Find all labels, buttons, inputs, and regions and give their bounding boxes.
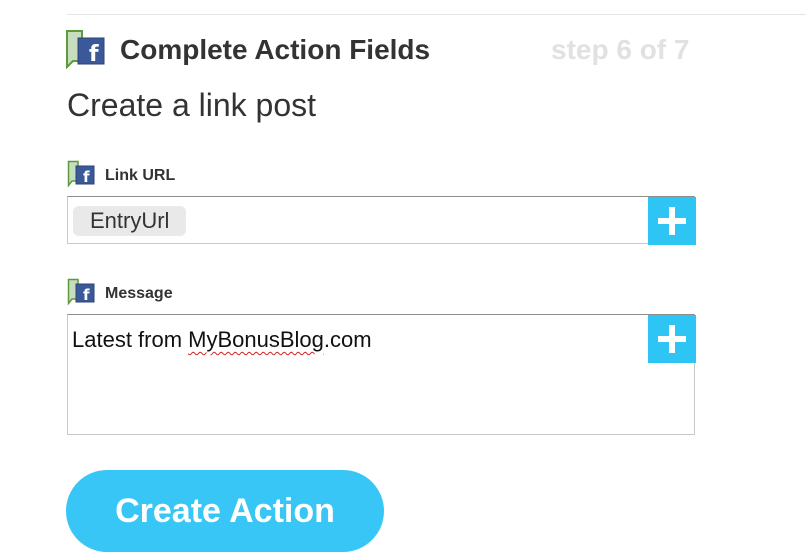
svg-text:f: f (83, 286, 90, 304)
link-url-add-button[interactable] (648, 197, 696, 245)
facebook-icon: f (67, 160, 97, 188)
facebook-icon: f (65, 29, 109, 69)
message-label: Message (105, 285, 173, 302)
action-fields-page: f Complete Action Fields step 6 of 7 Cre… (0, 0, 806, 554)
facebook-icon: f (67, 278, 97, 306)
message-field[interactable]: Latest from MyBonusBlog.com (67, 314, 695, 435)
message-text: Latest from MyBonusBlog.com (72, 327, 372, 352)
create-action-button[interactable]: Create Action (66, 470, 384, 552)
step-indicator: step 6 of 7 (551, 34, 690, 65)
message-add-button[interactable] (648, 315, 696, 363)
svg-text:f: f (83, 168, 90, 186)
link-url-label: Link URL (105, 167, 176, 184)
misspelled-word: MyBonusBlog (188, 327, 324, 352)
svg-text:f: f (89, 42, 99, 67)
action-subtitle: Create a link post (67, 87, 317, 123)
page-title: Complete Action Fields (120, 34, 431, 65)
top-divider (67, 14, 806, 15)
entry-url-token[interactable]: EntryUrl (73, 206, 187, 236)
link-url-field[interactable]: EntryUrl (67, 196, 695, 244)
